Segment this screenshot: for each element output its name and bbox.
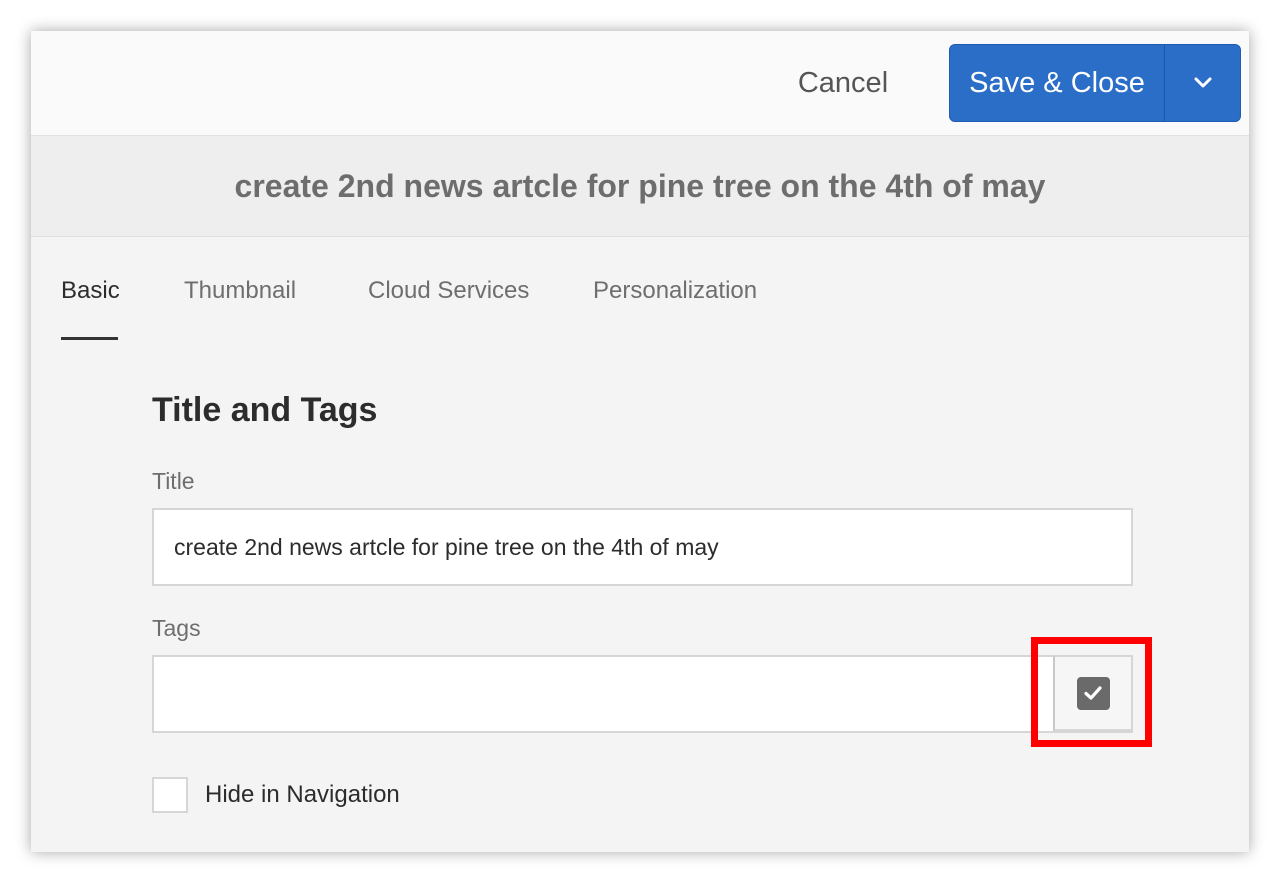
save-and-close-button[interactable]: Save & Close [950, 45, 1165, 121]
highlight-box [1031, 637, 1152, 747]
page-title: create 2nd news artcle for pine tree on … [234, 167, 1046, 204]
active-tab-indicator [61, 337, 118, 340]
section-heading: Title and Tags [152, 391, 378, 429]
tab-basic[interactable]: Basic [61, 277, 120, 305]
tab-thumbnail[interactable]: Thumbnail [184, 277, 296, 305]
page-title-bar: create 2nd news artcle for pine tree on … [31, 136, 1249, 237]
chevron-down-icon [1194, 77, 1211, 88]
tags-label: Tags [152, 615, 201, 641]
action-bar: Cancel Save & Close [31, 31, 1249, 136]
page-properties-dialog: Cancel Save & Close create 2nd news artc… [31, 31, 1249, 852]
tab-personalization[interactable]: Personalization [593, 277, 757, 305]
save-button-group: Save & Close [949, 44, 1241, 122]
save-options-toggle[interactable] [1165, 45, 1240, 121]
tab-bar: Basic Thumbnail Cloud Services Personali… [31, 237, 1249, 341]
cancel-button[interactable]: Cancel [773, 55, 913, 111]
title-input[interactable]: create 2nd news artcle for pine tree on … [152, 508, 1133, 586]
title-label: Title [152, 468, 195, 494]
hide-in-navigation-label: Hide in Navigation [205, 781, 400, 808]
hide-in-navigation-checkbox[interactable] [152, 777, 188, 813]
tags-input[interactable] [152, 655, 1133, 733]
tab-cloud-services[interactable]: Cloud Services [368, 277, 529, 305]
